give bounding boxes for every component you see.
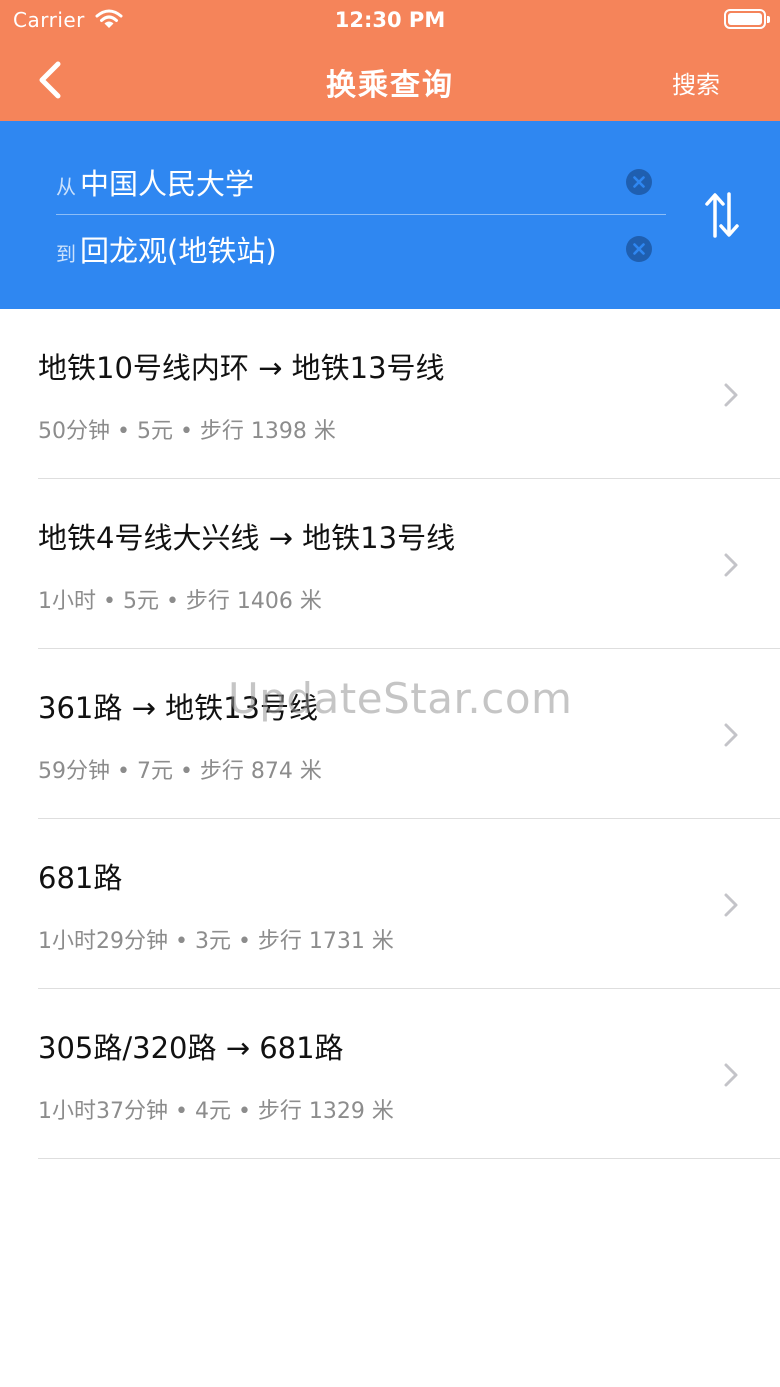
route-row[interactable]: 361路 → 地铁13号线 59分钟 • 7元 • 步行 874 米: [0, 649, 780, 819]
route-detail: 1小时37分钟 • 4元 • 步行 1329 米: [38, 1099, 394, 1124]
clear-destination-icon[interactable]: [626, 236, 652, 262]
chevron-right-icon: [724, 553, 738, 577]
route-detail: 1小时29分钟 • 3元 • 步行 1731 米: [38, 929, 394, 954]
route-title: 361路 → 地铁13号线: [38, 691, 318, 725]
route-list: 地铁10号线内环 → 地铁13号线 50分钟 • 5元 • 步行 1398 米 …: [0, 309, 780, 1159]
route-row[interactable]: 地铁10号线内环 → 地铁13号线 50分钟 • 5元 • 步行 1398 米: [0, 309, 780, 479]
route-row[interactable]: 地铁4号线大兴线 → 地铁13号线 1小时 • 5元 • 步行 1406 米: [0, 479, 780, 649]
page-title: 换乘查询: [326, 68, 454, 103]
route-detail: 50分钟 • 5元 • 步行 1398 米: [38, 419, 336, 444]
route-detail: 1小时 • 5元 • 步行 1406 米: [38, 589, 322, 614]
chevron-right-icon: [724, 1063, 738, 1087]
destination-field[interactable]: 到 回龙观(地铁站): [56, 216, 666, 282]
search-button[interactable]: 搜索: [672, 65, 720, 100]
destination-value[interactable]: 回龙观(地铁站): [80, 228, 277, 270]
route-title: 地铁4号线大兴线 → 地铁13号线: [38, 521, 456, 555]
status-bar: Carrier 12:30 PM: [0, 0, 780, 40]
route-query-panel: 从 中国人民大学 到 回龙观(地铁站): [0, 121, 780, 309]
battery-icon: [724, 9, 770, 29]
clock: 12:30 PM: [334, 8, 446, 32]
origin-field[interactable]: 从 中国人民大学: [56, 149, 666, 215]
swap-direction-icon[interactable]: [702, 190, 742, 240]
row-divider: [38, 1158, 780, 1159]
chevron-right-icon: [724, 893, 738, 917]
route-title: 305路/320路 → 681路: [38, 1031, 344, 1065]
chevron-right-icon: [724, 383, 738, 407]
route-detail: 59分钟 • 7元 • 步行 874 米: [38, 759, 322, 784]
destination-prefix: 到: [56, 242, 76, 266]
nav-header: Carrier 12:30 PM 换乘查询 搜索: [0, 0, 780, 121]
clear-origin-icon[interactable]: [626, 169, 652, 195]
route-title: 681路: [38, 861, 123, 895]
chevron-right-icon: [724, 723, 738, 747]
route-row[interactable]: 305路/320路 → 681路 1小时37分钟 • 4元 • 步行 1329 …: [0, 989, 780, 1159]
origin-value[interactable]: 中国人民大学: [80, 161, 254, 203]
origin-prefix: 从: [56, 175, 76, 199]
route-row[interactable]: 681路 1小时29分钟 • 3元 • 步行 1731 米: [0, 819, 780, 989]
field-divider: [56, 214, 666, 215]
route-title: 地铁10号线内环 → 地铁13号线: [38, 351, 445, 385]
